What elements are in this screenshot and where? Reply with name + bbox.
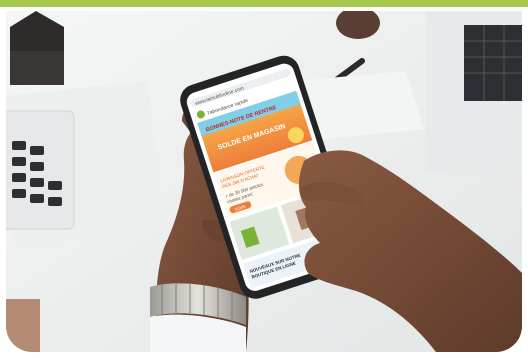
- laptop: [426, 11, 522, 171]
- wood-block: [6, 299, 40, 352]
- accent-band: [0, 0, 528, 7]
- hero-photo: www.lamultitudine.com l'abondance rapide…: [6, 11, 522, 352]
- keyboard-icon: [6, 110, 75, 230]
